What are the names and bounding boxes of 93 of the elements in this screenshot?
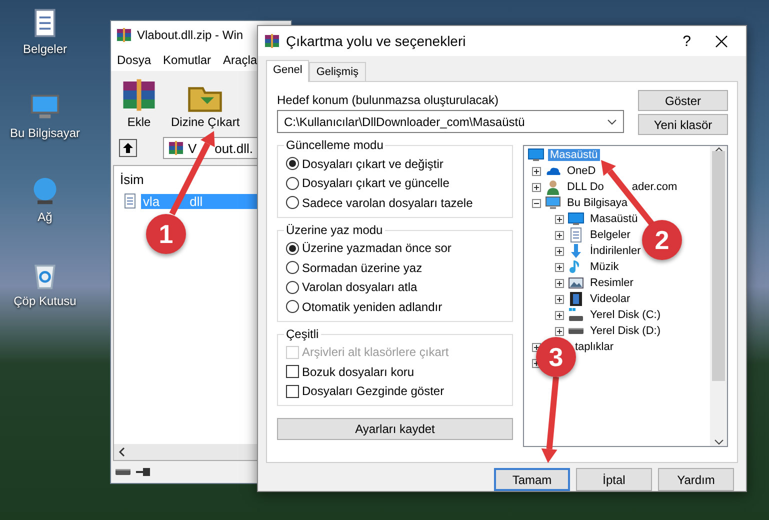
- destination-field[interactable]: C:\Kullanıcılar\DllDownloader_com\Masaüstü: [277, 110, 624, 133]
- radio-button[interactable]: [286, 280, 299, 294]
- expand-icon[interactable]: [555, 294, 564, 304]
- expand-icon[interactable]: [555, 326, 564, 336]
- option-label: Sormadan üzerine yaz: [302, 260, 422, 275]
- tab[interactable]: Genel: [266, 60, 310, 82]
- radio-button[interactable]: [286, 176, 299, 190]
- tree-item[interactable]: Yerel Disk (D:): [588, 325, 662, 337]
- radio-button[interactable]: [286, 261, 299, 274]
- group-title: Üzerine yaz modu: [284, 222, 385, 236]
- collapse-icon[interactable]: [532, 198, 541, 208]
- tab[interactable]: Gelişmiş: [309, 62, 366, 81]
- checkbox[interactable]: [286, 384, 299, 398]
- desktop-icon-label[interactable]: Ağ: [38, 210, 52, 224]
- toolbar-button[interactable]: Ekle: [121, 77, 157, 129]
- books-stack-icon: [116, 27, 132, 43]
- drive-icon: [568, 327, 584, 335]
- side-button[interactable]: Yeni klasör: [638, 114, 728, 135]
- tree-item[interactable]: Masaüstü: [588, 213, 640, 225]
- dialog-button[interactable]: İptal: [576, 468, 652, 491]
- tree-item[interactable]: OneD: [565, 165, 598, 177]
- checkbox[interactable]: [286, 365, 299, 378]
- expand-icon[interactable]: [555, 262, 564, 272]
- radio-button[interactable]: [286, 196, 299, 210]
- dialog-button[interactable]: Tamam: [494, 468, 570, 491]
- dialog-button[interactable]: Yardım: [658, 468, 734, 491]
- scroll-down-icon[interactable]: [714, 438, 724, 446]
- option-label: Dosyaları çıkart ve değiştir: [302, 156, 444, 171]
- option-label: Dosyaları çıkart ve güncelle: [302, 176, 450, 190]
- computer-icon: [545, 195, 561, 211]
- scrollbar-thumb[interactable]: [712, 151, 725, 381]
- drive-icon: [115, 468, 131, 476]
- books-stack-icon: [168, 140, 184, 156]
- key-icon: [135, 467, 151, 477]
- tree-item[interactable]: taplıklar: [573, 341, 616, 353]
- side-button[interactable]: Göster: [638, 90, 728, 111]
- tree-item[interactable]: Bu Bilgisaya: [565, 197, 630, 209]
- desktop-icon-label[interactable]: Belgeler: [22, 42, 68, 56]
- menu-item[interactable]: Komutlar: [163, 53, 212, 67]
- field-label: Hedef konum (bulunmazsa oluşturulacak): [277, 93, 500, 107]
- expand-icon[interactable]: [555, 246, 564, 256]
- expand-icon[interactable]: [555, 214, 564, 224]
- up-folder-button[interactable]: [119, 139, 137, 157]
- radio-button[interactable]: [286, 300, 299, 314]
- monitor-icon: [568, 211, 584, 227]
- download-arrow-icon: [568, 243, 584, 259]
- books-stack-icon: [121, 77, 157, 113]
- document-icon: [568, 227, 584, 243]
- monitor-icon: [528, 147, 544, 163]
- dialog-title: Çıkartma yolu ve seçenekleri: [286, 33, 466, 49]
- help-button[interactable]: ?: [682, 32, 691, 50]
- tree-item[interactable]: DLL Do: [565, 181, 606, 193]
- toolbar-button[interactable]: Dizine Çıkart: [171, 77, 240, 129]
- picture-icon: [568, 275, 584, 291]
- close-icon[interactable]: [715, 34, 728, 48]
- window-title: Vlabout.dll.zip - Win: [137, 28, 244, 42]
- scroll-left-icon[interactable]: [118, 447, 126, 457]
- option-label: Sadece varolan dosyaları tazele: [302, 196, 473, 210]
- film-icon: [568, 291, 584, 307]
- save-settings-button[interactable]: Ayarları kaydet: [277, 418, 513, 440]
- radio-button[interactable]: [286, 157, 299, 170]
- option-label: Üzerine yazmadan önce sor: [302, 241, 452, 256]
- menu-item[interactable]: Araçla: [223, 53, 258, 67]
- person-icon: [545, 179, 561, 195]
- document-icon: [122, 193, 138, 209]
- tree-item[interactable]: Videolar: [588, 293, 632, 305]
- tree-item[interactable]: Müzik: [588, 261, 621, 273]
- menu-item[interactable]: Dosya: [117, 53, 152, 67]
- desktop-icon-label[interactable]: Çöp Kutusu: [14, 294, 76, 308]
- group-title: Çeşitli: [284, 326, 321, 340]
- tree-item[interactable]: Belgeler: [588, 229, 632, 241]
- option-label: Otomatik yeniden adlandır: [302, 300, 442, 314]
- scroll-up-icon[interactable]: [714, 146, 724, 154]
- option-label: Bozuk dosyaları koru: [302, 364, 414, 379]
- option-label: Varolan dosyaları atla: [302, 280, 418, 294]
- tree-item[interactable]: ader.com: [632, 181, 678, 193]
- expand-icon[interactable]: [532, 182, 541, 192]
- tree-item[interactable]: İndirilenler: [588, 245, 643, 257]
- option-label: Arşivleri alt klasörlere çıkart: [302, 345, 449, 360]
- drive-icon: [568, 307, 584, 323]
- books-stack-icon: [264, 33, 280, 49]
- expand-icon[interactable]: [555, 278, 564, 288]
- desktop-icon-label[interactable]: Bu Bilgisayar: [10, 126, 80, 140]
- tree-item[interactable]: Yerel Disk (C:): [588, 309, 662, 321]
- tree-item[interactable]: Resimler: [588, 277, 636, 289]
- group-title: Güncelleme modu: [284, 138, 386, 152]
- expand-icon[interactable]: [532, 166, 541, 176]
- expand-icon[interactable]: [555, 230, 564, 240]
- up-arrow-icon: [122, 142, 134, 154]
- option-label: Dosyaları Gezginde göster: [302, 384, 444, 398]
- chevron-down-icon[interactable]: [607, 118, 617, 124]
- radio-button[interactable]: [286, 242, 299, 255]
- expand-icon[interactable]: [555, 310, 564, 320]
